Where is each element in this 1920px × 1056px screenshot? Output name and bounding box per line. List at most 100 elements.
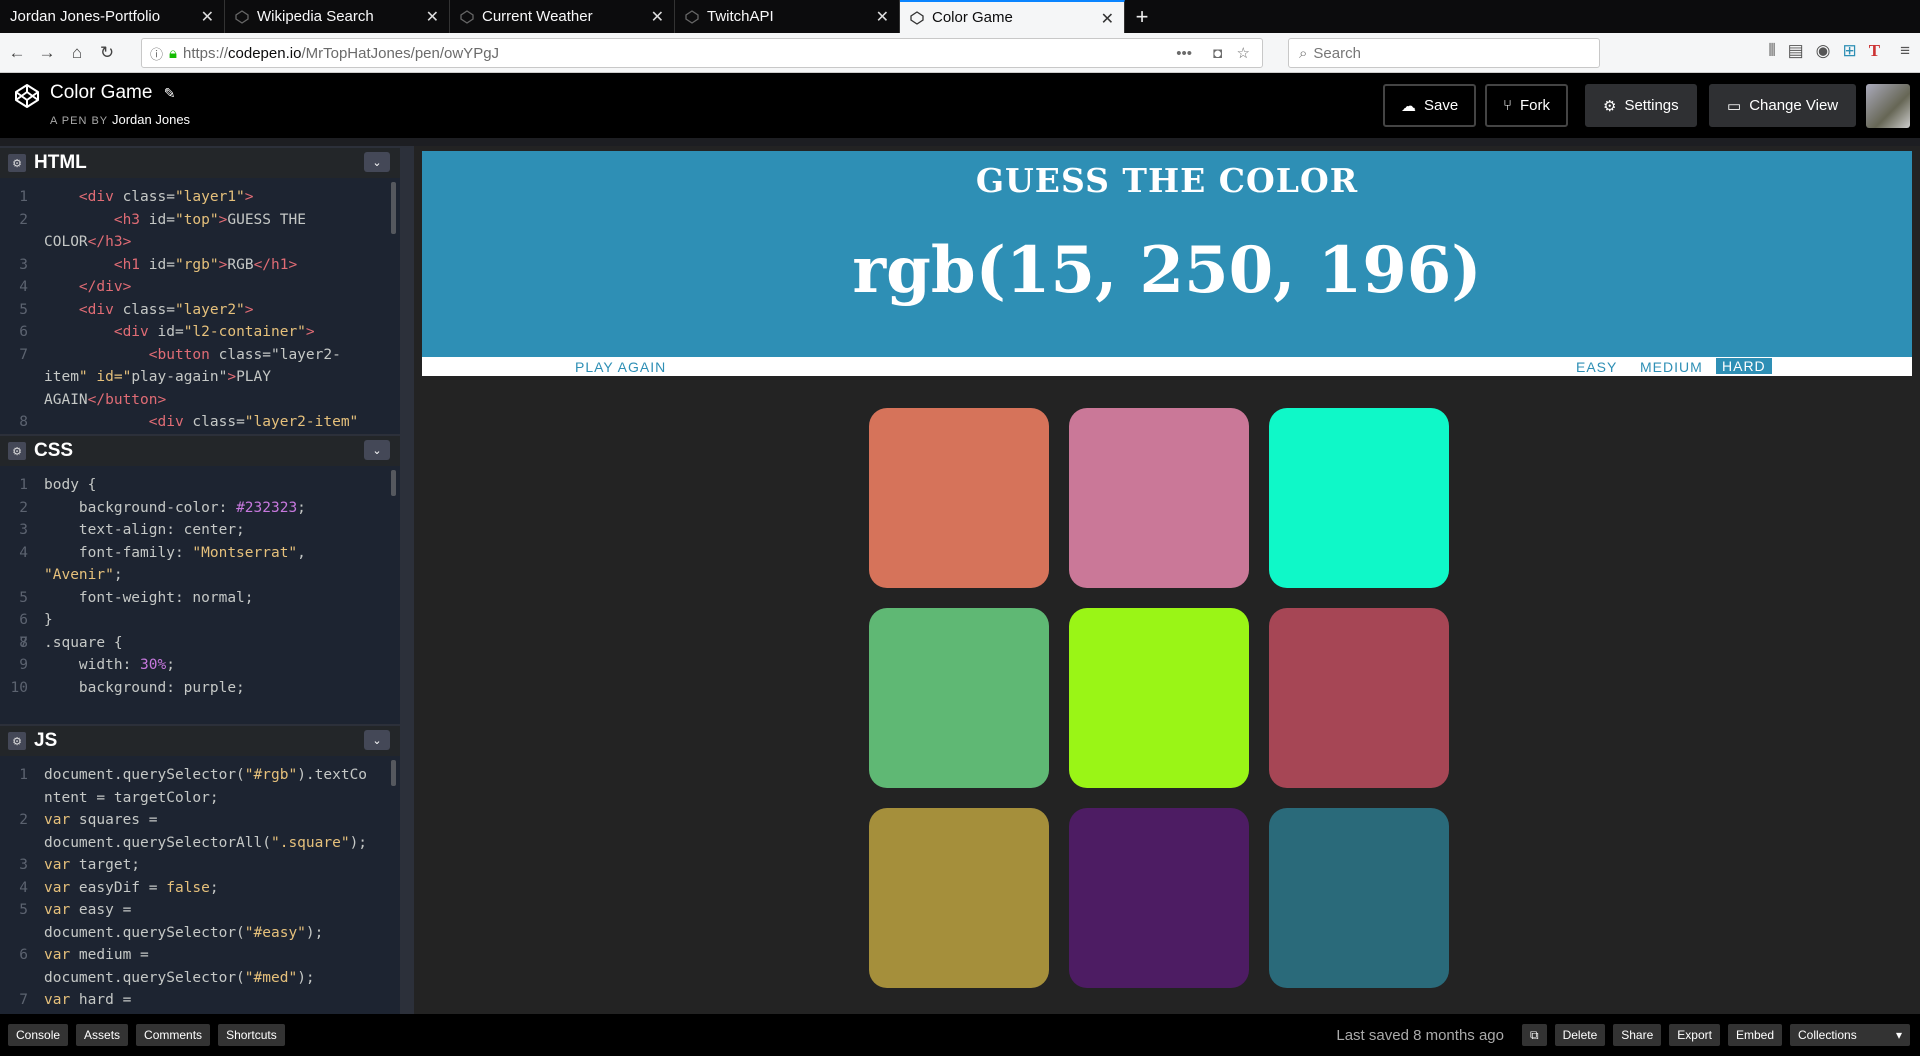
easy-button[interactable]: EASY (1576, 359, 1617, 375)
code-line[interactable]: document.querySelector("#easy"); (0, 922, 400, 945)
close-icon[interactable]: ✕ (876, 7, 889, 27)
code-line[interactable]: 2 <h3 id="top">GUESS THE (0, 209, 400, 232)
code-line[interactable]: 6} (0, 609, 400, 632)
hard-button[interactable]: HARD (1716, 358, 1772, 374)
css-code-editor[interactable]: 1 body {2 background-color: #232323; 3 tex… (0, 466, 400, 724)
code-line[interactable]: 10 background: purple; (0, 677, 400, 700)
code-line[interactable]: 1 <div class="layer1"> (0, 186, 400, 209)
code-line[interactable]: 1 document.querySelector("#rgb").textCo (0, 764, 400, 787)
code-line[interactable]: 2 var squares = (0, 809, 400, 832)
assets-button[interactable]: Assets (76, 1024, 129, 1046)
avatar[interactable] (1866, 84, 1910, 128)
sidebar-icon[interactable]: ▤ (1788, 41, 1804, 61)
scrollbar[interactable] (391, 470, 396, 496)
code-line[interactable]: 6 var medium = (0, 944, 400, 967)
code-line[interactable]: document.querySelectorAll(".square"); (0, 832, 400, 855)
collections-dropdown[interactable]: Collections ▾ (1790, 1024, 1910, 1046)
change-view-button[interactable]: ▭ Change View (1709, 84, 1857, 127)
library-icon[interactable]: ⫴ (1768, 41, 1775, 61)
pocket-icon[interactable]: ◘ (1213, 45, 1222, 62)
color-square[interactable] (869, 408, 1049, 588)
tab-color-game[interactable]: Color Game ✕ (900, 0, 1125, 33)
extension-icon[interactable]: ◉ (1816, 41, 1831, 61)
color-square[interactable] (1269, 808, 1449, 988)
embed-button[interactable]: Embed (1727, 1024, 1782, 1046)
code-line[interactable]: 1 body { (0, 474, 400, 497)
url-bar[interactable]: ⓘ 🔒︎ https://codepen.io/MrTopHatJones/pe… (141, 38, 1263, 68)
gear-icon[interactable]: ⚙ (8, 442, 26, 460)
info-icon[interactable]: ⓘ (150, 44, 163, 63)
tab-jordan-jones-portfolio[interactable]: Jordan Jones-Portfolio ✕ (0, 0, 225, 33)
js-code-editor[interactable]: 1 document.querySelector("#rgb").textCo nt… (0, 756, 400, 1014)
html-code-editor[interactable]: 1 <div class="layer1"> 2 <h3 id="top">GUE… (0, 178, 400, 434)
new-tab-button[interactable]: + (1125, 0, 1159, 33)
code-line[interactable]: 8 <div class="layer2-item" (0, 411, 400, 434)
color-square[interactable] (869, 608, 1049, 788)
code-line[interactable]: 8 .square { (0, 632, 400, 655)
code-line[interactable]: 5 var easy = (0, 899, 400, 922)
tab-wikipedia-search[interactable]: Wikipedia Search ✕ (225, 0, 450, 33)
code-line[interactable]: 3 <h1 id="rgb">RGB</h1> (0, 254, 400, 277)
chevron-down-icon[interactable]: ⌄ (364, 152, 390, 172)
export-button[interactable]: Export (1669, 1024, 1720, 1046)
shortcuts-button[interactable]: Shortcuts (218, 1024, 285, 1046)
console-button[interactable]: Console (8, 1024, 69, 1046)
gear-icon[interactable]: ⚙ (8, 732, 26, 750)
page-actions-icon[interactable]: ••• (1176, 45, 1192, 62)
tab-current-weather[interactable]: Current Weather ✕ (450, 0, 675, 33)
close-icon[interactable]: ✕ (651, 7, 664, 27)
play-again-button[interactable]: PLAY AGAIN (575, 359, 666, 375)
share-button[interactable]: Share (1613, 1024, 1662, 1046)
color-square[interactable] (1269, 408, 1449, 588)
medium-button[interactable]: MEDIUM (1640, 359, 1703, 375)
code-line[interactable]: 9 width: 30%; (0, 654, 400, 677)
grid-icon[interactable]: ⊞ (1842, 41, 1856, 61)
code-line[interactable]: AGAIN</button> (0, 389, 400, 412)
scrollbar[interactable] (391, 760, 396, 786)
code-line[interactable]: 4 </div> (0, 276, 400, 299)
external-link-icon[interactable]: ⧉ (1521, 1024, 1547, 1046)
code-line[interactable]: 2 background-color: #232323; (0, 497, 400, 520)
color-square[interactable] (1069, 408, 1249, 588)
code-line[interactable]: 7 var hard = (0, 989, 400, 1012)
font-extension-icon[interactable]: T (1869, 41, 1880, 61)
code-line[interactable]: 3 var target; (0, 854, 400, 877)
delete-button[interactable]: Delete (1554, 1024, 1606, 1046)
color-square[interactable] (1269, 608, 1449, 788)
code-line[interactable]: 3 text-align: center; (0, 519, 400, 542)
forward-icon[interactable]: → (34, 40, 60, 66)
chevron-down-icon[interactable]: ⌄ (364, 440, 390, 460)
color-square[interactable] (1069, 608, 1249, 788)
code-line[interactable]: 5 font-weight: normal; (0, 587, 400, 610)
reload-icon[interactable]: ↻ (94, 40, 120, 66)
chevron-down-icon[interactable]: ⌄ (364, 730, 390, 750)
close-icon[interactable]: ✕ (201, 7, 214, 27)
edit-pencil-icon[interactable]: ✎ (164, 85, 176, 101)
color-square[interactable] (1069, 808, 1249, 988)
code-line[interactable]: "Avenir"; (0, 564, 400, 587)
home-icon[interactable]: ⌂ (64, 40, 90, 66)
save-button[interactable]: ☁ Save (1383, 84, 1477, 127)
code-line[interactable]: 4 font-family: "Montserrat", (0, 542, 400, 565)
close-icon[interactable]: ✕ (1101, 9, 1114, 29)
settings-button[interactable]: ⚙ Settings (1585, 84, 1697, 127)
search-input[interactable]: ⌕ Search (1288, 38, 1600, 68)
back-icon[interactable]: ← (4, 40, 30, 66)
code-line[interactable]: COLOR</h3> (0, 231, 400, 254)
scrollbar[interactable] (391, 182, 396, 234)
code-line[interactable]: item" id="play-again">PLAY (0, 366, 400, 389)
gear-icon[interactable]: ⚙ (8, 154, 26, 172)
fork-button[interactable]: ⑂ Fork (1485, 84, 1569, 127)
code-line[interactable]: 5 <div class="layer2"> (0, 299, 400, 322)
comments-button[interactable]: Comments (136, 1024, 211, 1046)
code-line[interactable]: 4 var easyDif = false; (0, 877, 400, 900)
pen-title[interactable]: Color Game ✎ (50, 82, 175, 104)
author-link[interactable]: Jordan Jones (112, 112, 190, 127)
menu-icon[interactable]: ≡ (1900, 41, 1910, 61)
close-icon[interactable]: ✕ (426, 7, 439, 27)
tab-twitchapi[interactable]: TwitchAPI ✕ (675, 0, 900, 33)
color-square[interactable] (869, 808, 1049, 988)
resize-handle[interactable] (400, 146, 414, 1014)
bookmark-star-icon[interactable]: ☆ (1237, 44, 1250, 62)
code-line[interactable]: 7 <button class="layer2- (0, 344, 400, 367)
